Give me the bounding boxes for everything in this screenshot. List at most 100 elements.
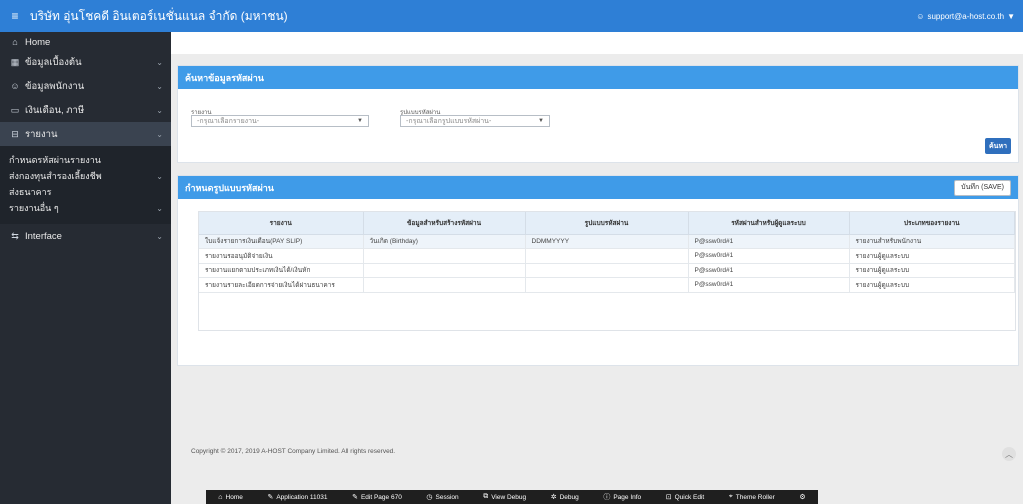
quick-edit-icon: ⊡ [665,494,672,501]
edit-icon: ✎ [352,494,358,501]
devbar-view-debug[interactable]: ⧉ View Debug [483,493,526,501]
devbar-label: Page Info [613,493,642,501]
panel-title: กำหนดรูปแบบรหัสผ่าน [185,182,274,193]
sidebar-item-employee[interactable]: ☺ ข้อมูลพนักงาน ⌄ [0,74,171,98]
devbar-label: Debug [559,493,579,501]
sidebar-item-label: ข้อมูลเบื้องต้น [25,56,82,68]
column-header[interactable]: รูปแบบรหัสผ่าน [525,212,689,235]
chevron-down-icon: ⌄ [156,203,163,213]
password-format-panel: กำหนดรูปแบบรหัสผ่าน บันทึก (SAVE) รายงาน… [177,175,1019,366]
sidebar-subitem-other-reports[interactable]: รายงานอื่น ๆ ⌄ [0,200,171,216]
devbar-session[interactable]: ◷ Session [426,493,459,502]
table-cell [363,263,526,278]
sidebar-subitem-report-password[interactable]: กำหนดรหัสผ่านรายงาน [0,152,171,168]
column-header[interactable]: ประเภทของรายงาน [849,212,1015,235]
chevron-down-icon: ⌄ [156,81,163,91]
devbar-label: Quick Edit [674,493,705,501]
table-cell: รายงานรออนุมัติจ่ายเงิน [199,248,364,264]
sidebar-item-basic-data[interactable]: ▦ ข้อมูลเบื้องต้น ⌄ [0,50,171,74]
developer-toolbar: ⌂ Home ✎ Application 11031 ✎ Edit Page 6… [206,490,818,504]
scroll-to-top-button[interactable]: ︿ [1002,447,1016,461]
sidebar-subitem-bank[interactable]: ส่งธนาคาร [0,184,171,200]
sidebar-item-home[interactable]: ⌂ Home [0,34,171,50]
devbar-settings[interactable]: ⚙ [799,493,805,501]
password-format-table: รายงาน ข้อมูลสำหรับสร้างรหัสผ่าน รูปแบบร… [198,211,1016,331]
devbar-label: Home [225,493,243,501]
user-menu[interactable]: ☺ support@a-host.co.th ▼ [916,12,1015,21]
devbar-label: Theme Roller [735,493,775,501]
user-icon: ☺ [916,11,925,21]
table-cell [525,248,689,264]
table-cell: รายงานผู้ดูแลระบบ [849,248,1015,264]
devbar-label: Edit Page 670 [360,493,402,501]
search-panel-header: ค้นหาข้อมูลรหัสผ่าน [178,66,1018,89]
table-row[interactable]: ใบแจ้งรายการเงินเดือน(PAY SLIP) วันเกิด … [199,234,1015,249]
devbar-debug[interactable]: ✲ Debug [550,493,579,502]
table-cell [363,277,526,293]
sidebar-subitem-label: ส่งธนาคาร [9,187,52,197]
user-icon: ☺ [10,81,20,91]
info-icon: ⓘ [603,494,611,501]
table-cell [525,263,689,278]
table-cell: P@ssw0rd#1 [688,263,850,278]
save-button[interactable]: บันทึก (SAVE) [954,179,1011,196]
chevron-up-icon: ︿ [1005,449,1013,459]
folder-icon: ⊟ [11,128,19,139]
table-row[interactable]: รายงานรายละเอียดการจ่ายเงินได้ผ่านธนาคาร… [199,277,1015,293]
table-cell: วันเกิด (Birthday) [363,234,526,249]
sidebar-item-salary-tax[interactable]: ▭ เงินเดือน, ภาษี ⌄ [0,98,171,122]
table-cell: P@ssw0rd#1 [688,277,850,293]
chevron-down-icon: ⌄ [156,57,163,67]
copyright-footer: Copyright © 2017, 2019 A-HOST Company Li… [191,448,396,455]
edit-icon: ✎ [267,494,274,501]
table-cell: DDMMYYYY [525,234,689,249]
report-select[interactable]: -กรุณาเลือกรายงาน- ▼ [191,115,369,127]
devbar-application[interactable]: ✎ Application 11031 [267,493,328,502]
bug-icon: ✲ [550,494,557,501]
chevron-down-icon: ⌄ [156,231,163,241]
devbar-theme-roller[interactable]: ⌖ Theme Roller [729,493,775,501]
table-header-row: รายงาน ข้อมูลสำหรับสร้างรหัสผ่าน รูปแบบร… [199,212,1015,235]
sidebar-subitem-label: กำหนดรหัสผ่านรายงาน [9,155,101,165]
sidebar-item-label: เงินเดือน, ภาษี [25,104,85,116]
user-email: support@a-host.co.th [927,11,1005,21]
table-cell: รายงานผู้ดูแลระบบ [849,277,1015,293]
sidebar: ⌂ Home ▦ ข้อมูลเบื้องต้น ⌄ ☺ ข้อมูลพนักง… [0,32,171,504]
devbar-home[interactable]: ⌂ Home [218,494,243,501]
sidebar-item-interface[interactable]: ⇆ Interface ⌄ [0,224,171,248]
clock-icon: ◷ [426,494,433,501]
devbar-label: Application 11031 [276,493,328,501]
home-icon: ⌂ [12,37,18,47]
devbar-edit-page[interactable]: ✎ Edit Page 670 [352,493,402,502]
table-row[interactable]: รายงานแยกตามประเภทเงินได้/เงินหัก P@ssw0… [199,263,1015,278]
chevron-down-icon: ⌄ [156,129,163,139]
chevron-down-icon: ⌄ [156,171,163,181]
search-button[interactable]: ค้นหา [985,138,1011,154]
table-icon: ▦ [10,56,20,67]
main-content: ค้นหาข้อมูลรหัสผ่าน รายงาน -กรุณาเลือกรา… [171,32,1023,504]
table-cell: รายงานรายละเอียดการจ่ายเงินได้ผ่านธนาคาร [199,277,364,293]
table-cell: รายงานสำหรับพนักงาน [849,234,1015,249]
devbar-label: Session [435,493,459,501]
theme-roller-icon: ⌖ [728,493,733,500]
sidebar-item-label: ข้อมูลพนักงาน [25,80,85,92]
devbar-page-info[interactable]: ⓘ Page Info [603,492,641,502]
table-cell: P@ssw0rd#1 [688,234,850,249]
table-row[interactable]: รายงานรออนุมัติจ่ายเงิน P@ssw0rd#1 รายงา… [199,248,1015,264]
table-cell: รายงานผู้ดูแลระบบ [849,263,1015,278]
column-header[interactable]: ข้อมูลสำหรับสร้างรหัสผ่าน [363,212,526,235]
table-cell: รายงานแยกตามประเภทเงินได้/เงินหัก [199,263,364,278]
column-header[interactable]: รหัสผ่านสำหรับผู้ดูแลระบบ [688,212,850,235]
sidebar-item-label: รายงาน [25,128,58,140]
sidebar-item-report[interactable]: ⊟ รายงาน ⌄ [0,122,171,146]
devbar-quick-edit[interactable]: ⊡ Quick Edit [665,493,705,502]
gear-icon: ⚙ [799,494,806,501]
sidebar-item-label: Interface [25,230,62,242]
sidebar-subitem-provident-fund[interactable]: ส่งกองทุนสำรองเลี้ยงชีพ ⌄ [0,168,171,184]
report-submenu: กำหนดรหัสผ่านรายงาน ส่งกองทุนสำรองเลี้ยง… [0,146,171,224]
column-header[interactable]: รายงาน [199,212,364,235]
table-cell [525,277,689,293]
password-format-select[interactable]: -กรุณาเลือกรูปแบบรหัสผ่าน- ▼ [400,115,550,127]
chevron-down-icon: ⌄ [156,105,163,115]
hamburger-icon[interactable]: ≡ [4,9,26,23]
